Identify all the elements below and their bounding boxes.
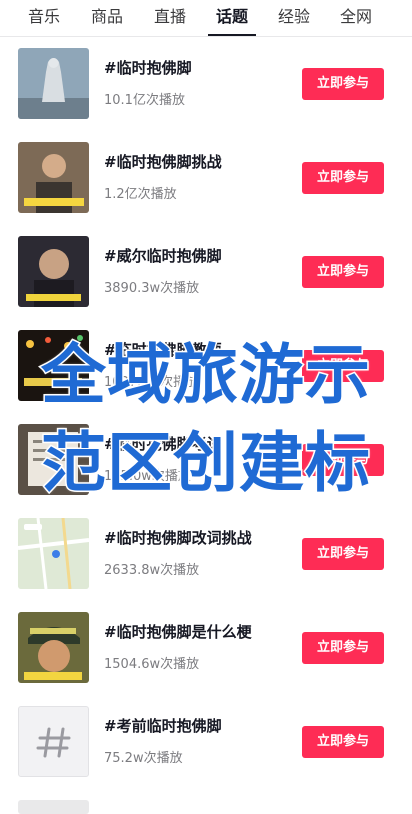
play-count: 1037.0w次播放 xyxy=(104,375,200,390)
join-now-button[interactable]: 立即参与 xyxy=(302,256,384,288)
join-now-button[interactable]: 立即参与 xyxy=(302,726,384,758)
topic-row[interactable]: #临时抱佛脚改词挑战 2633.8w次播放 立即参与 xyxy=(0,507,412,601)
join-now-button[interactable]: 立即参与 xyxy=(302,350,384,382)
topic-row[interactable]: #临时抱佛脚挑战 1.2亿次播放 立即参与 xyxy=(0,131,412,225)
cap-man-photo-thumbnail xyxy=(18,612,89,683)
topic-title: #临时抱佛脚教师 xyxy=(104,341,222,359)
category-tabs: 音乐 商品 直播 话题 经验 全网 xyxy=(0,0,412,37)
tab-experience[interactable]: 经验 xyxy=(278,0,310,36)
tab-topics[interactable]: 话题 xyxy=(207,0,257,36)
man-photo-thumbnail xyxy=(18,142,89,213)
play-count: 3890.3w次播放 xyxy=(104,281,200,296)
topic-row[interactable]: #临时抱佛脚是什么梗 1504.6w次播放 立即参与 xyxy=(0,601,412,695)
topic-title: #临时抱佛脚改词挑战 xyxy=(104,529,252,547)
hash-icon xyxy=(18,706,89,777)
join-now-button[interactable]: 立即参与 xyxy=(302,162,384,194)
play-count: 10.1亿次播放 xyxy=(104,93,185,108)
topic-title: #威尔临时抱佛脚 xyxy=(104,247,222,265)
topic-title: #临时抱佛脚 xyxy=(104,59,192,77)
tab-products[interactable]: 商品 xyxy=(91,0,123,36)
paper-photo-thumbnail xyxy=(18,424,89,495)
topic-row[interactable]: #威尔临时抱佛脚 3890.3w次播放 立即参与 xyxy=(0,225,412,319)
play-count: 2633.8w次播放 xyxy=(104,563,200,578)
lights-photo-thumbnail xyxy=(18,330,89,401)
join-now-button[interactable]: 立即参与 xyxy=(302,444,384,476)
tab-all-web[interactable]: 全网 xyxy=(340,0,372,36)
topic-row-partial xyxy=(0,789,412,814)
thumbnail-partial xyxy=(18,800,89,814)
buddha-statue-thumbnail xyxy=(18,48,89,119)
topic-row[interactable]: #临时抱佛脚考试 155.0w次播放 立即参与 xyxy=(0,413,412,507)
topic-row[interactable]: #临时抱佛脚 10.1亿次播放 立即参与 xyxy=(0,37,412,131)
topic-row[interactable]: #临时抱佛脚教师 1037.0w次播放 立即参与 xyxy=(0,319,412,413)
singer-photo-thumbnail xyxy=(18,236,89,307)
join-now-button[interactable]: 立即参与 xyxy=(302,632,384,664)
topic-title: #临时抱佛脚考试 xyxy=(104,435,222,453)
topic-title: #临时抱佛脚是什么梗 xyxy=(104,623,252,641)
tab-live[interactable]: 直播 xyxy=(154,0,186,36)
topic-title: #考前临时抱佛脚 xyxy=(104,717,222,735)
play-count: 75.2w次播放 xyxy=(104,751,183,766)
topic-row[interactable]: #考前临时抱佛脚 75.2w次播放 立即参与 xyxy=(0,695,412,789)
join-now-button[interactable]: 立即参与 xyxy=(302,68,384,100)
map-screenshot-thumbnail xyxy=(18,518,89,589)
play-count: 1.2亿次播放 xyxy=(104,187,177,202)
tab-music[interactable]: 音乐 xyxy=(28,0,60,36)
join-now-button[interactable]: 立即参与 xyxy=(302,538,384,570)
topic-title: #临时抱佛脚挑战 xyxy=(104,153,222,171)
play-count: 1504.6w次播放 xyxy=(104,657,200,672)
play-count: 155.0w次播放 xyxy=(104,469,191,484)
